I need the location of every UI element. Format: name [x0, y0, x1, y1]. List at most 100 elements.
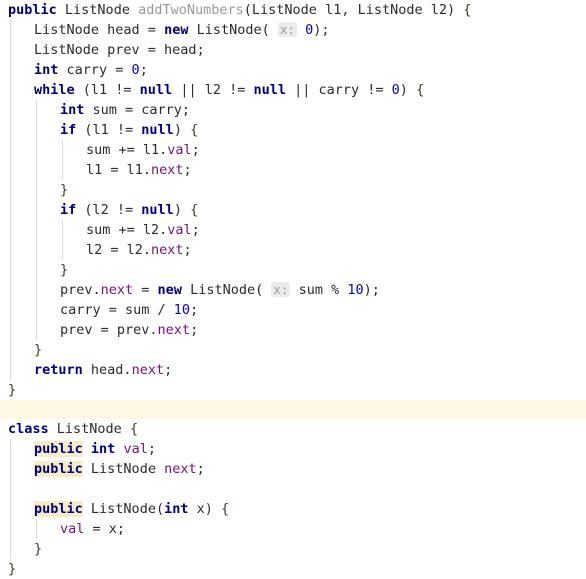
keyword-token: int: [60, 102, 85, 118]
keyword-token: new: [157, 282, 182, 298]
code-token: );: [313, 22, 330, 38]
keyword-token: public: [34, 461, 83, 477]
type-token: ListNode: [90, 461, 156, 477]
field-token: val: [123, 441, 148, 457]
code-token: ;: [147, 441, 156, 457]
brace-token: {: [416, 82, 425, 98]
code-line[interactable]: prev = prev.next;: [0, 320, 586, 340]
code-line[interactable]: }: [0, 180, 586, 200]
code-line[interactable]: while (l1 != null || l2 != null || carry…: [0, 80, 586, 100]
code-line[interactable]: l1 = l1.next;: [0, 160, 586, 180]
code-token: (l1 !=: [76, 122, 142, 138]
brace-token: {: [190, 122, 199, 138]
keyword-token: if: [60, 202, 77, 218]
type-token: ListNode: [56, 421, 122, 437]
code-line[interactable]: int sum = carry;: [0, 100, 586, 120]
code-token: ;: [191, 142, 200, 158]
code-line[interactable]: return head.next;: [0, 360, 586, 380]
field-token: val: [167, 222, 192, 238]
brace-token: }: [60, 182, 69, 198]
keyword-token: null: [139, 82, 173, 98]
type-token: ListNode: [357, 2, 423, 18]
code-line[interactable]: ListNode prev = head;: [0, 40, 586, 60]
code-line[interactable]: [0, 479, 586, 499]
code-token: || carry !=: [285, 82, 392, 98]
code-line[interactable]: ListNode head = new ListNode( x: 0);: [0, 20, 586, 40]
field-token: next: [164, 461, 197, 477]
field-token: next: [157, 322, 191, 338]
code-token: ;: [190, 322, 199, 338]
keyword-token: int: [164, 501, 189, 517]
code-token: ;: [139, 62, 148, 78]
code-line[interactable]: public int val;: [0, 439, 586, 459]
type-token: ListNode: [190, 282, 256, 298]
code-token: (l1 !=: [74, 82, 140, 98]
code-line[interactable]: sum += l1.val;: [0, 140, 586, 160]
code-token: ): [399, 82, 417, 98]
code-line[interactable]: }: [0, 539, 586, 559]
code-token: || l2 !=: [172, 82, 254, 98]
code-token: sum %: [298, 282, 348, 298]
code-line[interactable]: public ListNode next;: [0, 459, 586, 479]
code-line[interactable]: l2 = l2.next;: [0, 240, 586, 260]
parameter-hint-chip: x:: [277, 22, 297, 37]
code-line[interactable]: if (l1 != null) {: [0, 120, 586, 140]
code-token: ;: [191, 222, 200, 238]
code-token: =: [133, 282, 158, 298]
code-token: prev = prev.: [60, 322, 158, 338]
code-token: ;: [183, 242, 192, 258]
keyword-token: new: [164, 22, 189, 38]
code-block-addtwonumbers[interactable]: public ListNode addTwoNumbers(ListNode l…: [0, 0, 586, 400]
code-token: (: [243, 2, 252, 18]
brace-token: {: [463, 2, 472, 18]
field-token: next: [131, 362, 165, 378]
code-line[interactable]: prev.next = new ListNode( x: sum % 10);: [0, 280, 586, 300]
code-block-listnode[interactable]: class ListNode {public int val; public Li…: [0, 419, 586, 579]
code-token: ;: [183, 162, 192, 178]
code-token: (: [261, 22, 270, 38]
code-token: );: [363, 282, 380, 298]
code-token: l1,: [316, 2, 358, 18]
code-editor[interactable]: public ListNode addTwoNumbers(ListNode l…: [0, 0, 586, 577]
code-line[interactable]: }: [0, 380, 586, 400]
keyword-token: null: [141, 122, 174, 138]
code-line[interactable]: val = x;: [0, 519, 586, 539]
code-line[interactable]: if (l2 != null) {: [0, 200, 586, 220]
code-line[interactable]: }: [0, 260, 586, 280]
code-line[interactable]: class ListNode {: [0, 419, 586, 439]
number-token: 10: [347, 282, 364, 298]
code-line[interactable]: int carry = 0;: [0, 60, 586, 80]
code-token: (: [155, 501, 165, 517]
code-line[interactable]: public ListNode(int x) {: [0, 499, 586, 519]
type-token: ListNode: [196, 22, 262, 38]
code-token: carry = sum /: [60, 302, 174, 318]
code-token: prev.: [60, 282, 101, 298]
brace-token: }: [34, 342, 43, 358]
brace-token: }: [8, 382, 17, 398]
code-line[interactable]: sum += l2.val;: [0, 220, 586, 240]
number-token: 0: [391, 82, 400, 98]
code-line[interactable]: public ListNode addTwoNumbers(ListNode l…: [0, 0, 586, 20]
field-token: val: [60, 521, 85, 537]
code-token: ;: [196, 461, 205, 477]
code-line[interactable]: }: [0, 559, 586, 579]
keyword-token: null: [141, 202, 174, 218]
type-token: ListNode: [90, 501, 156, 517]
code-token: l2 = l2.: [86, 242, 152, 258]
code-token: l1 = l1.: [86, 162, 152, 178]
keyword-token: int: [90, 441, 116, 457]
type-token: ListNode: [34, 22, 100, 38]
keyword-token: public: [34, 501, 83, 517]
code-line[interactable]: carry = sum / 10;: [0, 300, 586, 320]
number-token: 0: [131, 62, 140, 78]
code-token: (l2 !=: [76, 202, 142, 218]
code-line[interactable]: }: [0, 340, 586, 360]
